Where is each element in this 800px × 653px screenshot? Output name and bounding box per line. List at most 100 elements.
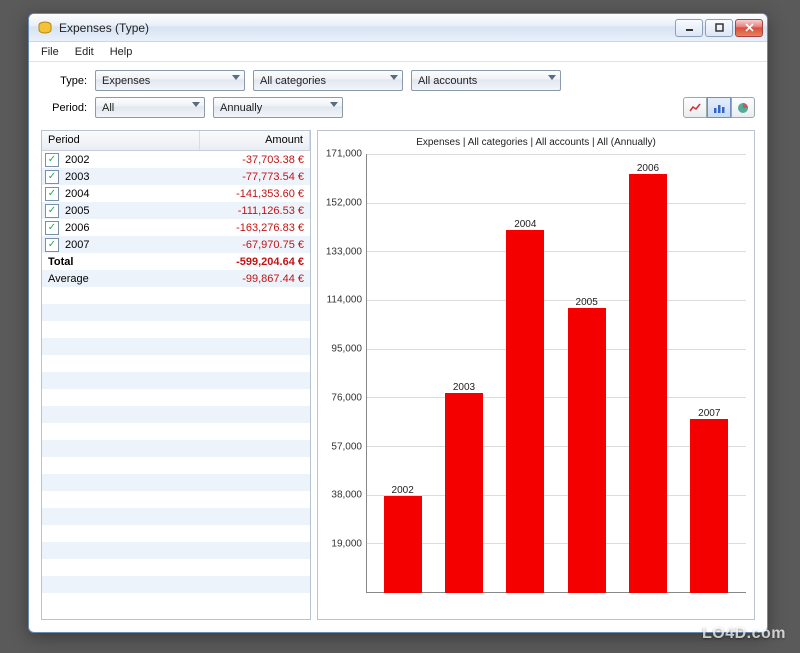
table-row[interactable]: ✓ 2007-67,970.75 € <box>42 236 310 253</box>
total-row: Total-599,204.64 € <box>42 253 310 270</box>
bar-label: 2002 <box>392 485 414 496</box>
titlebar[interactable]: Expenses (Type) <box>29 14 767 42</box>
amount-cell: -67,970.75 € <box>200 239 310 251</box>
chevron-down-icon <box>548 75 556 80</box>
bar[interactable]: 2004 <box>505 230 545 593</box>
data-table: Period Amount ✓ 2002-37,703.38 € ✓ 2003-77,… <box>41 130 311 620</box>
amount-cell: -37,703.38 € <box>200 154 310 166</box>
empty-row <box>42 304 310 321</box>
bar[interactable]: 2006 <box>628 174 668 593</box>
period-cell: 2004 <box>63 188 200 200</box>
y-tick-label: 133,000 <box>326 246 362 257</box>
table-row[interactable]: ✓ 2004-141,353.60 € <box>42 185 310 202</box>
table-row[interactable]: ✓ 2003-77,773.54 € <box>42 168 310 185</box>
line-chart-button[interactable] <box>683 97 707 118</box>
period-cell: 2007 <box>63 239 200 251</box>
empty-row <box>42 372 310 389</box>
chevron-down-icon <box>390 75 398 80</box>
column-header-period[interactable]: Period <box>42 131 200 150</box>
empty-row <box>42 457 310 474</box>
period-cell: 2005 <box>63 205 200 217</box>
empty-row <box>42 321 310 338</box>
empty-row <box>42 474 310 491</box>
bar[interactable]: 2005 <box>567 308 607 593</box>
bar-label: 2006 <box>637 163 659 174</box>
checkbox-icon[interactable]: ✓ <box>45 187 59 201</box>
category-select[interactable]: All categories <box>253 70 403 91</box>
checkbox-icon[interactable]: ✓ <box>45 221 59 235</box>
amount-cell: -111,126.53 € <box>200 205 310 217</box>
period-label: Period: <box>41 102 87 114</box>
checkbox-icon[interactable]: ✓ <box>45 170 59 184</box>
bar[interactable]: 2007 <box>689 419 729 593</box>
bar[interactable]: 2003 <box>444 393 484 593</box>
bar-label: 2003 <box>453 382 475 393</box>
window-title: Expenses (Type) <box>59 21 675 35</box>
type-select[interactable]: Expenses <box>95 70 245 91</box>
bar-label: 2005 <box>576 297 598 308</box>
amount-cell: -141,353.60 € <box>200 188 310 200</box>
y-tick-label: 76,000 <box>331 392 362 403</box>
minimize-button[interactable] <box>675 19 703 37</box>
period-select[interactable]: All <box>95 97 205 118</box>
empty-row <box>42 525 310 542</box>
empty-row <box>42 542 310 559</box>
chart-panel: Expenses | All categories | All accounts… <box>317 130 755 620</box>
empty-row <box>42 559 310 576</box>
empty-row <box>42 406 310 423</box>
amount-cell: -77,773.54 € <box>200 171 310 183</box>
content-area: Period Amount ✓2002-37,703.38 €✓2003-77,… <box>29 130 767 632</box>
empty-row <box>42 355 310 372</box>
checkbox-icon[interactable]: ✓ <box>45 153 59 167</box>
table-row[interactable]: ✓ 2002-37,703.38 € <box>42 151 310 168</box>
bar[interactable]: 2002 <box>383 496 423 593</box>
bar-label: 2004 <box>514 219 536 230</box>
account-select[interactable]: All accounts <box>411 70 561 91</box>
empty-row <box>42 338 310 355</box>
y-tick-label: 57,000 <box>331 441 362 452</box>
app-icon <box>37 20 53 36</box>
watermark: LO4D.com <box>702 625 786 643</box>
bar-chart-button[interactable] <box>707 97 731 118</box>
empty-row <box>42 287 310 304</box>
chart-area: 19,000 38,000 57,000 76,000 95,000 114,000 133… <box>326 154 746 611</box>
chevron-down-icon <box>232 75 240 80</box>
average-row: Average-99,867.44 € <box>42 270 310 287</box>
empty-row <box>42 423 310 440</box>
empty-row <box>42 508 310 525</box>
period-cell: 2006 <box>63 222 200 234</box>
table-row[interactable]: ✓ 2006-163,276.83 € <box>42 219 310 236</box>
amount-cell: -163,276.83 € <box>200 222 310 234</box>
bar-label: 2007 <box>698 408 720 419</box>
empty-row <box>42 440 310 457</box>
table-row[interactable]: ✓ 2005-111,126.53 € <box>42 202 310 219</box>
empty-row <box>42 491 310 508</box>
app-window: Expenses (Type) File Edit Help Type: Exp… <box>28 13 768 633</box>
chart-view-toggle <box>683 97 755 118</box>
pie-chart-button[interactable] <box>731 97 755 118</box>
column-header-amount[interactable]: Amount <box>200 131 310 150</box>
checkbox-icon[interactable]: ✓ <box>45 238 59 252</box>
menubar: File Edit Help <box>29 42 767 62</box>
period-cell: 2003 <box>63 171 200 183</box>
y-tick-label: 171,000 <box>326 149 362 160</box>
type-label: Type: <box>41 75 87 87</box>
checkbox-icon[interactable]: ✓ <box>45 204 59 218</box>
maximize-button[interactable] <box>705 19 733 37</box>
y-tick-label: 95,000 <box>331 344 362 355</box>
y-tick-label: 19,000 <box>331 539 362 550</box>
chevron-down-icon <box>192 102 200 107</box>
y-tick-label: 114,000 <box>327 295 362 306</box>
menu-help[interactable]: Help <box>104 44 139 60</box>
y-tick-label: 38,000 <box>331 490 362 501</box>
interval-select[interactable]: Annually <box>213 97 343 118</box>
empty-row <box>42 389 310 406</box>
chevron-down-icon <box>330 102 338 107</box>
filter-bar: Type: Expenses All categories All accoun… <box>29 62 767 130</box>
period-cell: 2002 <box>63 154 200 166</box>
y-tick-label: 152,000 <box>326 197 362 208</box>
menu-edit[interactable]: Edit <box>69 44 100 60</box>
close-button[interactable] <box>735 19 763 37</box>
menu-file[interactable]: File <box>35 44 65 60</box>
empty-row <box>42 576 310 593</box>
